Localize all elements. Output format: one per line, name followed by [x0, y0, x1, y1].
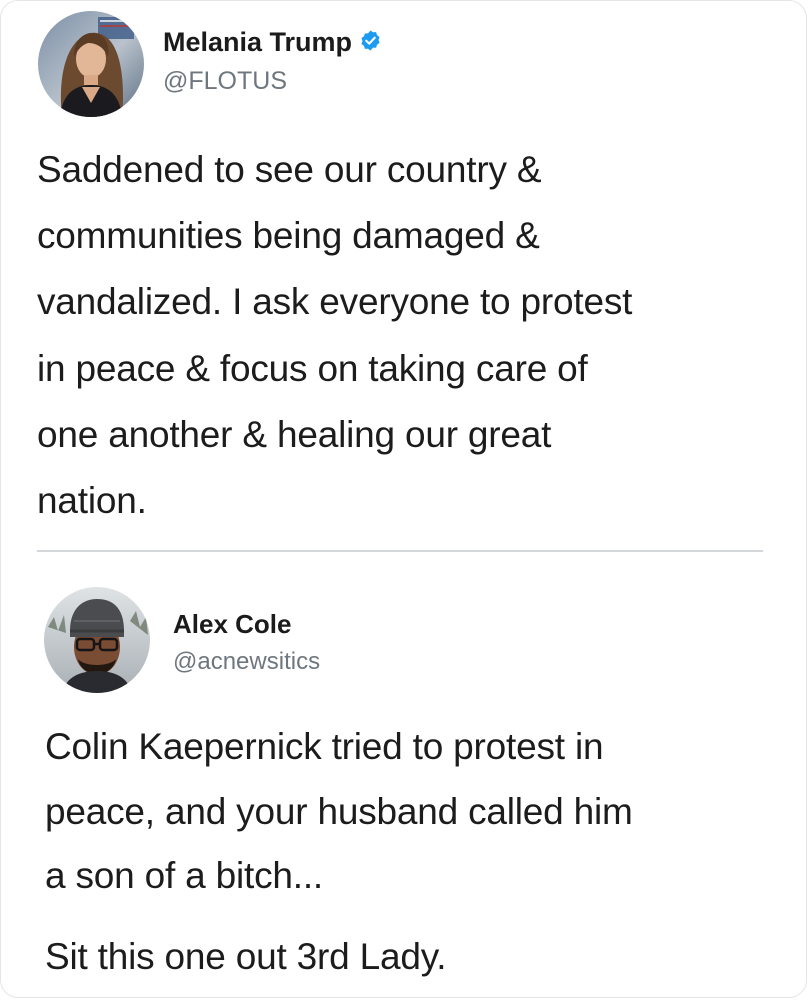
- reply-text-line: Colin Kaepernick tried to protest in: [45, 726, 604, 767]
- reply-text: Colin Kaepernick tried to protest in pea…: [45, 715, 633, 989]
- tweet-text-line: in peace & focus on taking care of: [37, 347, 588, 389]
- author-handle[interactable]: @FLOTUS: [163, 67, 287, 96]
- avatar[interactable]: [44, 587, 150, 693]
- avatar[interactable]: [38, 11, 144, 117]
- tweet-text-line: Saddened to see our country &: [37, 149, 542, 190]
- reply-closing-line: Sit this one out 3rd Lady.: [45, 935, 447, 977]
- tweet-text-line: vandalized. I ask everyone to protest: [37, 281, 633, 323]
- reply-tweet-card[interactable]: Alex Cole @acnewsitics Colin Kaepernick …: [1, 553, 806, 997]
- tweet-text-line: communities being damaged &: [37, 215, 540, 257]
- author-name[interactable]: Melania Trump: [163, 27, 352, 58]
- tweet-text: Saddened to see our country & communitie…: [37, 137, 632, 534]
- author-handle[interactable]: @acnewsitics: [173, 648, 320, 676]
- author-name-row: Alex Cole: [173, 609, 292, 640]
- reply-text-line: a son of a bitch...: [45, 855, 323, 896]
- tweet-text-line: nation.: [37, 480, 147, 522]
- avatar-photo: [44, 587, 150, 693]
- reply-paragraph: Colin Kaepernick tried to protest in pea…: [45, 715, 633, 909]
- tweet-card[interactable]: Melania Trump @FLOTUS Saddened to see ou…: [1, 1, 806, 549]
- avatar-photo: [38, 11, 144, 117]
- screenshot-frame: Melania Trump @FLOTUS Saddened to see ou…: [0, 0, 807, 998]
- divider: [37, 550, 763, 552]
- author-name[interactable]: Alex Cole: [173, 609, 292, 640]
- author-name-row: Melania Trump: [163, 27, 382, 58]
- tweet-text-line: one another & healing our great: [37, 413, 552, 455]
- verified-badge-icon: [359, 29, 382, 57]
- reply-text-line: peace, and your husband called him: [45, 790, 633, 832]
